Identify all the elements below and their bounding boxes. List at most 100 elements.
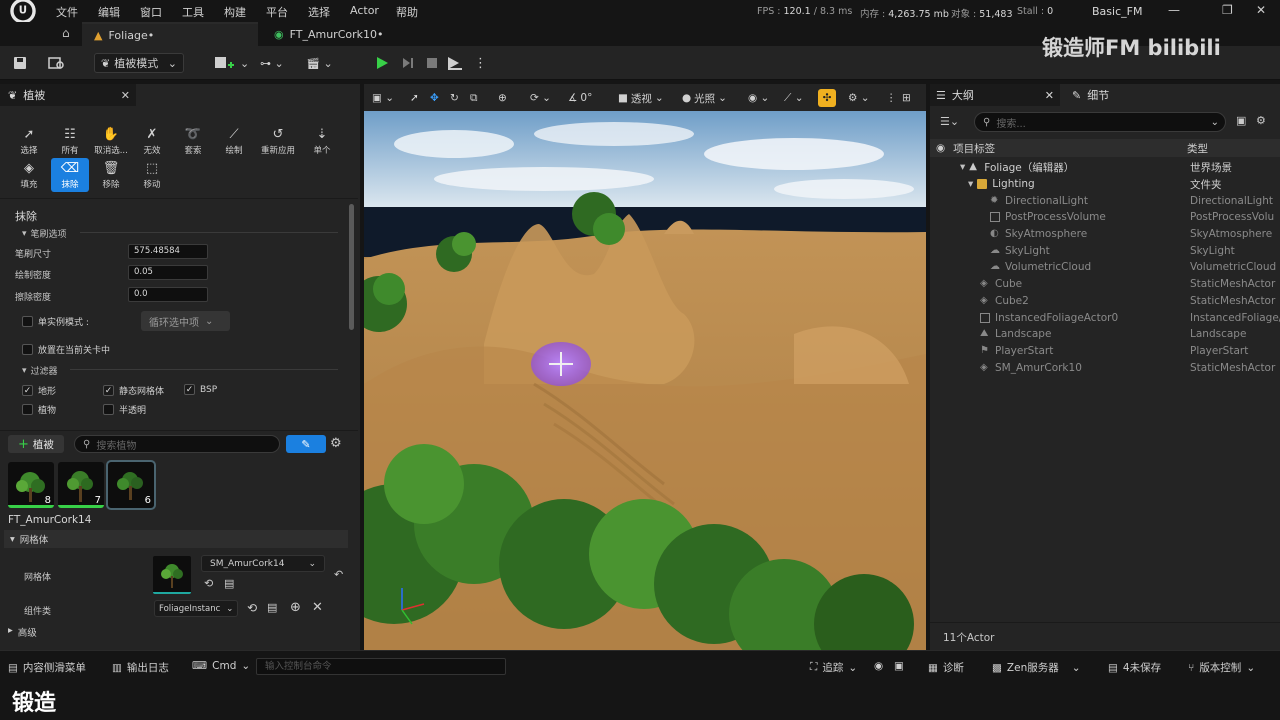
- use-selected-icon[interactable]: ⟲: [247, 601, 257, 615]
- browse-asset-icon[interactable]: ▤: [267, 601, 277, 614]
- tool-fill[interactable]: ◈ 填充: [10, 158, 48, 192]
- tab-foliage-level[interactable]: ▲ Foliage•: [82, 22, 258, 46]
- paint-toggle-button[interactable]: ✎: [286, 435, 326, 453]
- component-class-dropdown[interactable]: FoliageInstanc ⌄: [154, 600, 238, 617]
- foliage-search-input[interactable]: ⚲ 搜索植物: [74, 435, 280, 453]
- scale-icon[interactable]: ⧉: [470, 90, 478, 106]
- output-log-button[interactable]: ▥ 输出日志: [112, 660, 169, 675]
- record-icon[interactable]: ◉: [874, 660, 883, 672]
- reset-icon[interactable]: ↶: [334, 568, 343, 581]
- tool-paint[interactable]: ⟋ 绘制: [215, 124, 253, 158]
- tool-invalid[interactable]: ✗ 无效: [133, 124, 171, 158]
- outliner-row-actor[interactable]: ⛰ Landscape Landscape: [930, 326, 1280, 343]
- cinematics-icon[interactable]: 🎬︎ ⌄: [306, 53, 333, 73]
- checkbox[interactable]: [22, 404, 33, 415]
- content-drawer-button[interactable]: ▤ 内容侧滑菜单: [8, 660, 86, 675]
- foliage-thumb-2[interactable]: 7: [58, 462, 104, 508]
- outliner-row-actor[interactable]: ☁ VolumetricCloud VolumetricCloud: [930, 259, 1280, 276]
- perspective-dropdown[interactable]: ■ 透视 ⌄: [618, 90, 664, 106]
- mesh-section-header[interactable]: ▾ 网格体: [4, 530, 348, 548]
- menu-platform[interactable]: 平台: [266, 4, 288, 20]
- rotate-icon[interactable]: ↻: [450, 90, 459, 106]
- outliner-row-actor[interactable]: ⚑ PlayerStart PlayerStart: [930, 343, 1280, 360]
- tab-outliner[interactable]: ☰ 大纲 ✕: [930, 84, 1060, 106]
- screenshot-icon[interactable]: ▣: [894, 660, 904, 672]
- stop-icon[interactable]: [424, 53, 440, 73]
- tool-erase[interactable]: ⌫ 抹除: [51, 158, 89, 192]
- outliner-row-actor[interactable]: ☁ SkyLight SkyLight: [930, 242, 1280, 259]
- more-options-icon[interactable]: ⋮: [474, 53, 487, 73]
- minimize-icon[interactable]: —: [1168, 3, 1180, 17]
- brush-size-field[interactable]: 575.48584: [128, 244, 208, 259]
- filters-header[interactable]: ▾ 过滤器: [22, 364, 58, 378]
- visibility-icon[interactable]: ◉: [936, 142, 945, 154]
- tab-amur-asset[interactable]: ◉ FT_AmurCork10•: [262, 22, 412, 46]
- filter-icon[interactable]: ☰⌄: [940, 115, 959, 128]
- show-flags-icon[interactable]: ◉ ⌄: [748, 90, 769, 106]
- outliner-row-actor[interactable]: ✹ DirectionalLight DirectionalLight: [930, 192, 1280, 209]
- settings-icon[interactable]: ⚙: [330, 436, 342, 451]
- mode-select-dropdown[interactable]: ❦ 植被模式 ⌄: [94, 53, 184, 73]
- brush-options-header[interactable]: ▾ 笔刷选项: [22, 227, 67, 241]
- outliner-row-actor[interactable]: PostProcessVolume PostProcessVolu: [930, 209, 1280, 226]
- angle-snap-control[interactable]: ∡ 0°: [568, 90, 592, 106]
- tool-select[interactable]: ➚ 选择: [10, 124, 48, 158]
- paint-density-field[interactable]: 0.05: [128, 265, 208, 280]
- place-current-level-checkbox[interactable]: [22, 344, 33, 355]
- checkbox-checked[interactable]: ✓: [103, 385, 114, 396]
- tool-move[interactable]: ⬚ 移动: [133, 158, 171, 192]
- column-type[interactable]: 类型: [1187, 141, 1208, 156]
- realtime-icon[interactable]: ⟋ ⌄: [784, 90, 804, 106]
- menu-help[interactable]: 帮助: [396, 4, 418, 20]
- clear-icon[interactable]: ✕: [312, 600, 323, 615]
- outliner-row-actor[interactable]: ◈ Cube2 StaticMeshActor: [930, 293, 1280, 310]
- tool-deselect[interactable]: ✋ 取消选...: [92, 124, 130, 158]
- checkbox-checked[interactable]: ✓: [184, 384, 195, 395]
- close-icon[interactable]: ✕: [121, 89, 130, 102]
- menu-edit[interactable]: 编辑: [98, 4, 120, 20]
- menu-file[interactable]: 文件: [56, 4, 78, 20]
- unsaved-button[interactable]: ▤ 4未保存: [1108, 660, 1161, 675]
- trace-dropdown[interactable]: ⛶ 追踪 ⌄: [810, 660, 857, 675]
- layout-icon[interactable]: ⊞: [902, 90, 911, 106]
- surface-snap-icon[interactable]: ⟳ ⌄: [530, 90, 551, 106]
- single-instance-dropdown[interactable]: 循环选中项 ⌄: [141, 311, 230, 331]
- tool-remove[interactable]: 🗑︎ 移除: [92, 158, 130, 192]
- checkbox-checked[interactable]: ✓: [22, 385, 33, 396]
- viewport-settings-icon[interactable]: ⚙ ⌄: [848, 90, 870, 106]
- unreal-logo-icon[interactable]: U: [10, 0, 36, 24]
- add-foliage-button[interactable]: + 植被: [8, 435, 64, 453]
- outliner-row-actor[interactable]: ◈ SM_AmurCork10 StaticMeshActor: [930, 359, 1280, 376]
- select-mode-icon[interactable]: ➚: [410, 90, 419, 106]
- erase-density-field[interactable]: 0.0: [128, 287, 208, 302]
- settings-icon[interactable]: ⚙: [1256, 114, 1266, 127]
- menu-actor[interactable]: Actor: [350, 4, 379, 17]
- lighting-dropdown[interactable]: ● 光照 ⌄: [682, 90, 727, 106]
- add-actor-icon[interactable]: ⌄: [214, 53, 249, 73]
- foliage-thumb-3[interactable]: 6: [106, 460, 156, 510]
- column-label[interactable]: 项目标签: [953, 141, 995, 156]
- tool-lasso[interactable]: ➰ 套索: [174, 124, 212, 158]
- checkbox[interactable]: [103, 404, 114, 415]
- menu-select[interactable]: 选择: [308, 4, 330, 20]
- play-icon[interactable]: [374, 53, 390, 73]
- menu-build[interactable]: 构建: [224, 4, 246, 20]
- home-icon[interactable]: ⌂: [62, 26, 70, 40]
- tool-single[interactable]: ⇣ 单个: [303, 124, 341, 158]
- outliner-row-actor[interactable]: ◐ SkyAtmosphere SkyAtmosphere: [930, 226, 1280, 243]
- tool-select-all[interactable]: ☷ 所有: [51, 124, 89, 158]
- world-space-icon[interactable]: ⊕: [498, 90, 507, 106]
- outliner-row-world[interactable]: ▾ ▲ Foliage（编辑器） 世界场景: [930, 159, 1280, 176]
- zen-server-dropdown[interactable]: ▩ Zen服务器 ⌄: [992, 660, 1081, 675]
- cmd-dropdown[interactable]: ⌨ Cmd ⌄: [192, 660, 250, 672]
- add-folder-icon[interactable]: ▣: [1236, 114, 1246, 127]
- mesh-thumbnail[interactable]: [153, 556, 191, 594]
- close-window-icon[interactable]: ✕: [1256, 3, 1266, 17]
- viewport-options-icon[interactable]: ▣ ⌄: [372, 90, 394, 106]
- foliage-thumb-1[interactable]: 8: [8, 462, 54, 508]
- browse-asset-icon[interactable]: ▤: [224, 577, 234, 590]
- save-icon[interactable]: [12, 53, 28, 73]
- blueprint-icon[interactable]: ⊶ ⌄: [260, 53, 284, 73]
- menu-tools[interactable]: 工具: [182, 4, 204, 20]
- step-icon[interactable]: [400, 53, 416, 73]
